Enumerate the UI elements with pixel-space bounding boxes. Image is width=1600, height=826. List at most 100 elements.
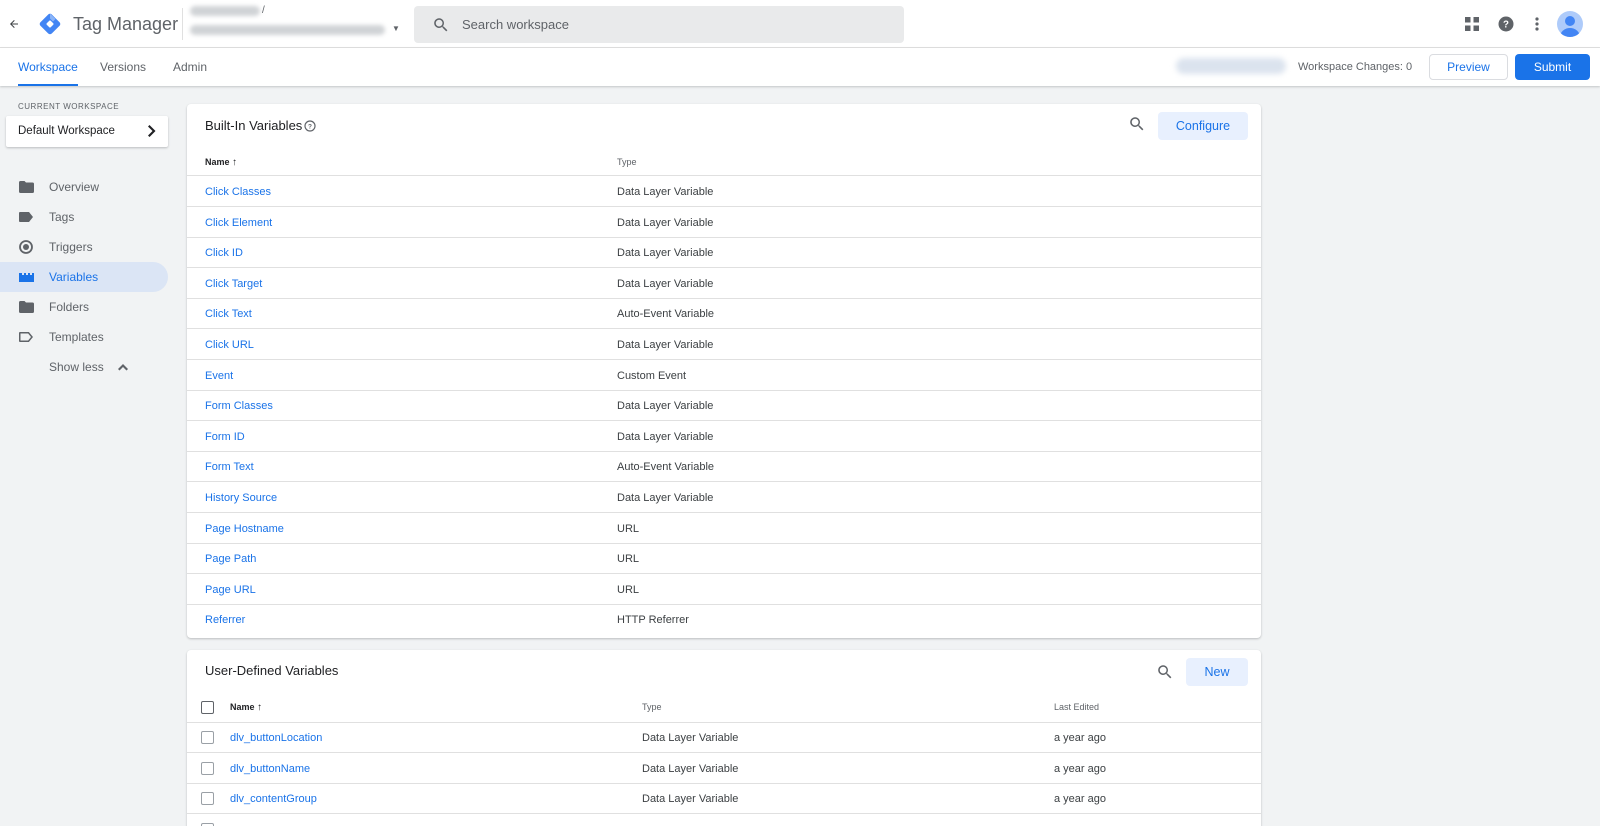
variable-name-link[interactable]: dlv_contentGroup <box>230 793 317 805</box>
variable-name-link[interactable]: Form Classes <box>205 400 273 412</box>
table-row[interactable]: Referrer HTTP Referrer <box>187 605 1261 635</box>
sidebar-item-label: Variables <box>49 270 99 284</box>
account-selector[interactable] <box>190 6 385 44</box>
variable-name-link[interactable]: Referrer <box>205 614 245 626</box>
variable-name-link[interactable]: Click URL <box>205 339 254 351</box>
search-icon[interactable] <box>1128 115 1146 133</box>
row-checkbox[interactable] <box>201 792 214 806</box>
variable-name-link[interactable]: Click Element <box>205 217 272 229</box>
variable-type: Custom Event <box>617 369 687 382</box>
table-row[interactable]: Page URL URL <box>187 575 1261 605</box>
table-row[interactable]: Click Text Auto-Event Variable <box>187 299 1261 330</box>
variable-name-link[interactable]: Click ID <box>205 247 243 259</box>
submit-button[interactable]: Submit <box>1515 54 1590 80</box>
workspace-search[interactable] <box>414 6 904 43</box>
preview-button[interactable]: Preview <box>1429 54 1508 80</box>
table-row[interactable]: Form Text Auto-Event Variable <box>187 452 1261 483</box>
column-header-type[interactable]: Type <box>617 157 637 167</box>
column-header-name[interactable]: Name ↑ <box>230 702 262 713</box>
tab-admin[interactable]: Admin <box>173 48 207 86</box>
select-all-checkbox[interactable] <box>201 701 214 714</box>
table-row[interactable]: Click Element Data Layer Variable <box>187 208 1261 238</box>
sidebar-item-tags[interactable]: Tags <box>0 202 168 232</box>
table-row[interactable]: Click Classes Data Layer Variable <box>187 177 1261 207</box>
container-id-blurred <box>1176 58 1286 74</box>
variable-name-link[interactable]: History Source <box>205 492 277 504</box>
apps-grid-icon[interactable] <box>1462 14 1482 34</box>
new-variable-button[interactable]: New <box>1186 658 1248 686</box>
variable-name-link[interactable]: Page URL <box>205 584 256 596</box>
variable-type: HTTP Referrer <box>617 614 689 627</box>
variable-name-link[interactable]: Click Target <box>205 278 262 290</box>
folder-icon <box>18 299 34 315</box>
variable-type: Data Layer Variable <box>617 492 714 504</box>
table-row[interactable]: Page Hostname URL <box>187 514 1261 544</box>
card-title: User-Defined Variables <box>205 663 339 678</box>
variable-name-link[interactable]: Page Hostname <box>205 523 284 535</box>
help-icon[interactable]: ? <box>1496 14 1516 34</box>
table-row[interactable]: Click URL Data Layer Variable <box>187 330 1261 360</box>
sidebar-item-triggers[interactable]: Triggers <box>0 232 168 262</box>
svg-text:?: ? <box>308 124 312 131</box>
variable-type: Data Layer Variable <box>617 400 714 413</box>
current-workspace-label: CURRENT WORKSPACE <box>18 102 120 111</box>
table-row[interactable]: Form ID Data Layer Variable <box>187 422 1261 452</box>
template-icon <box>18 329 34 345</box>
tab-workspace[interactable]: Workspace <box>18 48 78 86</box>
table-row[interactable]: dlv_buttonName Data Layer Variable a year … <box>187 754 1261 784</box>
variable-name-link[interactable]: Click Classes <box>205 186 271 198</box>
table-header: Name ↑ Type Last Edited <box>187 693 1261 723</box>
sidebar-item-templates[interactable]: Templates <box>0 322 168 352</box>
search-input[interactable] <box>462 17 862 32</box>
variable-name-link[interactable]: dlv_buttonName <box>230 763 310 775</box>
show-less-toggle[interactable]: Show less <box>0 352 168 382</box>
back-arrow-icon[interactable] <box>4 14 24 34</box>
variable-name-link[interactable]: dlv_buttonLocation <box>230 732 322 744</box>
variable-name-link[interactable]: Form ID <box>205 431 245 443</box>
builtin-variables-card: Built-In Variables ? Configure Name ↑ Ty… <box>187 104 1261 638</box>
table-header: Name ↑ Type <box>187 148 1261 176</box>
table-row[interactable]: dlv_contentGroup Data Layer Variable a yea… <box>187 784 1261 815</box>
column-header-last-edited[interactable]: Last Edited <box>1054 702 1099 712</box>
table-row[interactable]: Event Custom Event <box>187 361 1261 391</box>
variable-name-link[interactable]: Form Text <box>205 461 254 473</box>
sidebar-item-label: Tags <box>49 210 75 224</box>
table-row[interactable]: History Source Data Layer Variable <box>187 483 1261 513</box>
variable-name-link[interactable]: Click Text <box>205 308 252 320</box>
variables-icon <box>18 269 34 285</box>
divider <box>182 8 183 40</box>
help-outline-icon[interactable]: ? <box>304 120 316 132</box>
sidebar-item-overview[interactable]: Overview <box>0 172 168 202</box>
tab-versions[interactable]: Versions <box>100 48 146 86</box>
caret-down-icon[interactable]: ▼ <box>392 24 400 33</box>
row-checkbox[interactable] <box>201 731 214 744</box>
sidebar-item-variables[interactable]: Variables <box>0 262 168 292</box>
column-header-type[interactable]: Type <box>642 702 662 712</box>
variable-name-link[interactable]: Page Path <box>205 553 256 565</box>
show-less-label: Show less <box>49 360 104 374</box>
table-row[interactable]: Page Path URL <box>187 544 1261 575</box>
variable-type: URL <box>617 553 640 566</box>
sidebar-item-label: Triggers <box>49 240 93 254</box>
configure-button[interactable]: Configure <box>1158 112 1248 140</box>
workspace-selector[interactable]: Default Workspace <box>6 116 168 147</box>
table-row[interactable]: Form Classes Data Layer Variable <box>187 391 1261 422</box>
tag-manager-logo-icon[interactable] <box>38 12 62 36</box>
row-checkbox[interactable] <box>201 761 214 775</box>
variable-type: Data Layer Variable <box>617 430 714 443</box>
account-avatar[interactable] <box>1557 11 1583 37</box>
column-header-name[interactable]: Name ↑ <box>205 157 237 168</box>
app-title: Tag Manager <box>73 14 179 34</box>
arrow-up-icon: ↑ <box>257 702 263 713</box>
variable-type: Auto-Event Variable <box>617 308 715 321</box>
more-vert-icon[interactable] <box>1527 14 1547 34</box>
table-row[interactable]: Click ID Data Layer Variable <box>187 238 1261 269</box>
table-row[interactable]: dlv_buttonLocation Data Layer Variable a y… <box>187 723 1261 753</box>
variable-name-link[interactable]: Event <box>205 370 233 382</box>
last-edited: a year ago <box>1054 793 1106 806</box>
trigger-icon <box>18 239 34 255</box>
search-icon[interactable] <box>1156 663 1174 681</box>
table-row[interactable]: Click Target Data Layer Variable <box>187 269 1261 299</box>
sidebar-item-folders[interactable]: Folders <box>0 292 168 322</box>
variable-type: Data Layer Variable <box>642 732 739 744</box>
